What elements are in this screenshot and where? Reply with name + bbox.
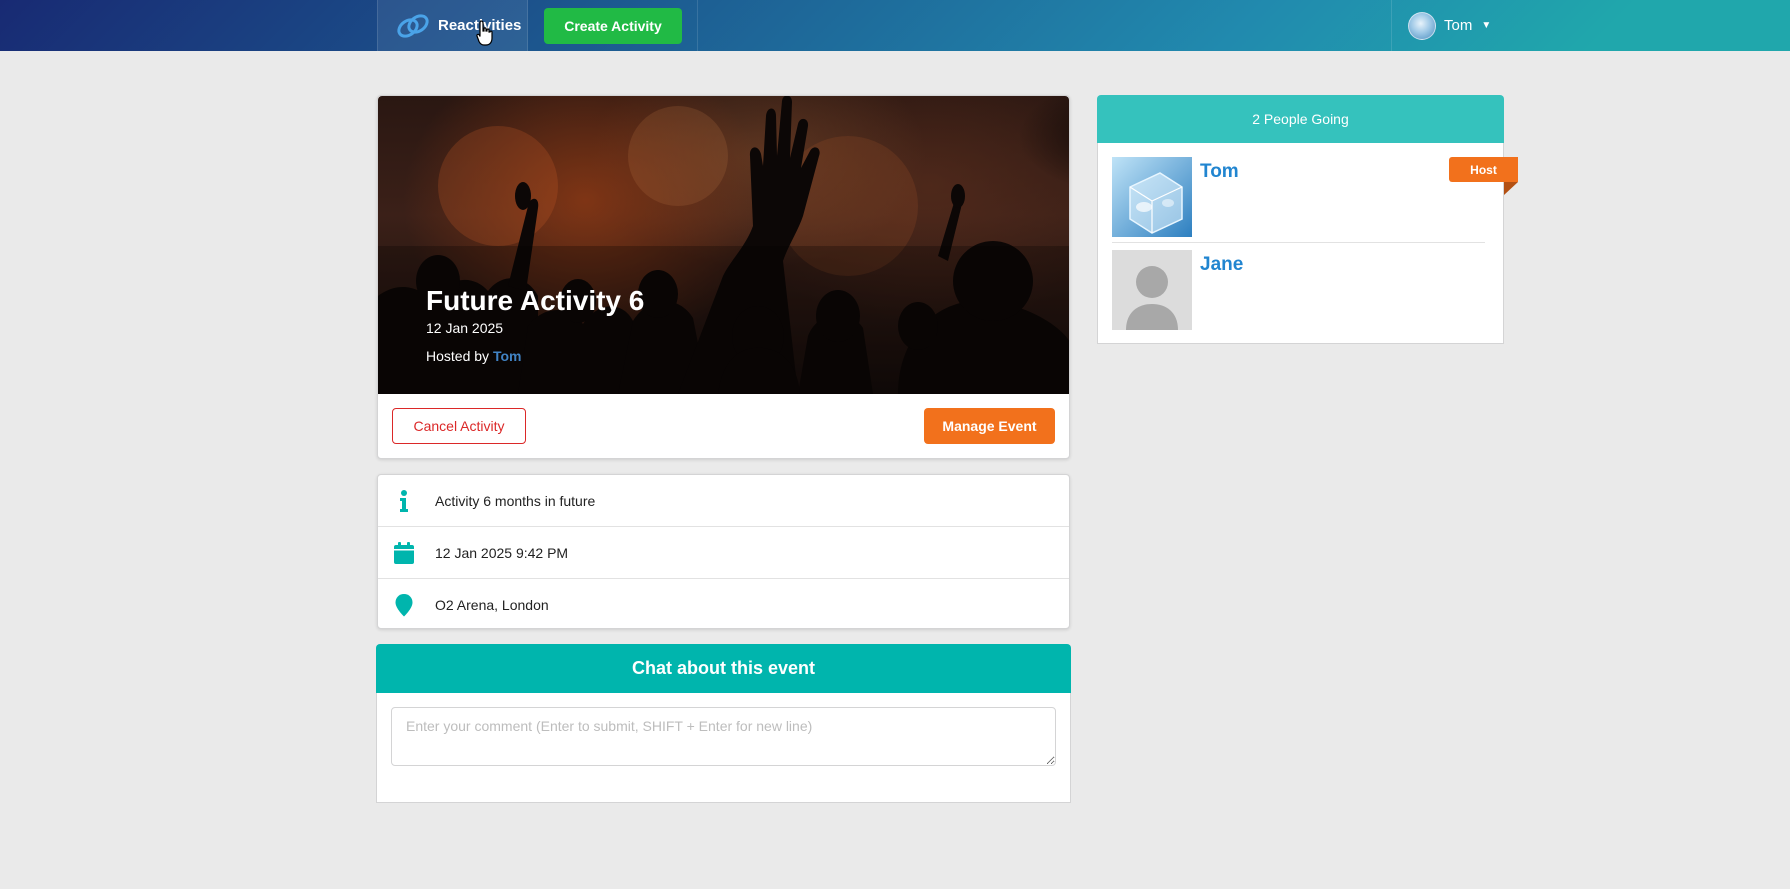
- host-badge-text: Host: [1470, 162, 1497, 177]
- cancel-activity-button[interactable]: Cancel Activity: [392, 408, 526, 444]
- hero-text-block: Future Activity 6 12 Jan 2025 Hosted by …: [426, 284, 644, 364]
- top-navbar: Reactivities Create Activity Tom ▼: [0, 0, 1790, 51]
- chat-header: Chat about this event: [376, 644, 1071, 693]
- chevron-down-icon: ▼: [1481, 20, 1492, 31]
- attendee-avatar-default[interactable]: [1112, 250, 1192, 330]
- attendees-header: 2 People Going: [1097, 95, 1504, 143]
- attendee-item: Tom: [1112, 157, 1485, 243]
- attendee-name[interactable]: Tom: [1200, 161, 1239, 183]
- attendees-list: Tom Jane: [1097, 143, 1504, 344]
- attendee-avatar-ice-cube[interactable]: [1112, 157, 1192, 237]
- activity-details-card: Activity 6 months in future 12 Jan 2025 …: [377, 474, 1070, 629]
- description-row: Activity 6 months in future: [378, 475, 1069, 527]
- user-menu[interactable]: Tom ▼: [1391, 0, 1501, 51]
- chat-body: [376, 693, 1071, 803]
- host-profile-link[interactable]: Tom: [493, 348, 522, 364]
- comment-input[interactable]: [391, 707, 1056, 766]
- host-ribbon-label: Host: [1449, 157, 1518, 182]
- activity-venue: O2 Arena, London: [435, 597, 549, 613]
- user-avatar: [1408, 11, 1436, 40]
- activity-date: 12 Jan 2025: [426, 320, 504, 336]
- venue-row: O2 Arena, London: [378, 579, 1069, 631]
- info-icon: [400, 489, 408, 512]
- map-marker-icon: [395, 594, 413, 617]
- create-activity-item: Create Activity: [528, 0, 698, 51]
- ribbon-fold: [1504, 182, 1518, 195]
- activity-title: Future Activity 6: [426, 285, 645, 316]
- create-activity-button[interactable]: Create Activity: [544, 7, 682, 44]
- activity-datetime: 12 Jan 2025 9:42 PM: [435, 544, 569, 561]
- header-actions: Cancel Activity Manage Event: [378, 394, 1069, 460]
- attendees-count: 2 People Going: [1252, 111, 1349, 127]
- attendee-name[interactable]: Jane: [1200, 254, 1243, 276]
- hosted-by-line: Hosted by Tom: [426, 348, 644, 364]
- manage-event-button[interactable]: Manage Event: [924, 408, 1055, 444]
- chat-title: Chat about this event: [631, 658, 815, 678]
- calendar-icon: [394, 541, 414, 564]
- brand-link[interactable]: Reactivities: [377, 0, 528, 51]
- hosted-by-label: Hosted by: [426, 348, 490, 364]
- activity-description: Activity 6 months in future: [435, 492, 596, 509]
- activity-header-card: Future Activity 6 12 Jan 2025 Hosted by …: [377, 95, 1070, 459]
- user-name: Tom: [1444, 17, 1473, 34]
- brand-logo-icon: [397, 13, 429, 38]
- attendee-item: Jane: [1112, 250, 1485, 330]
- datetime-row: 12 Jan 2025 9:42 PM: [378, 527, 1069, 579]
- pointer-cursor-icon: [476, 20, 493, 46]
- activity-hero-image: Future Activity 6 12 Jan 2025 Hosted by …: [378, 96, 1069, 394]
